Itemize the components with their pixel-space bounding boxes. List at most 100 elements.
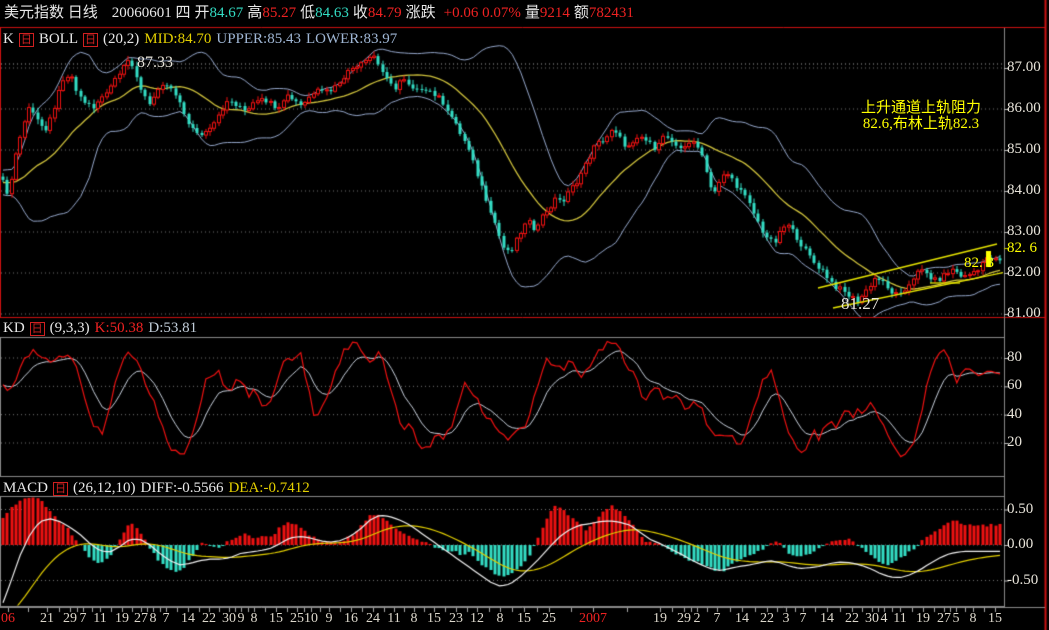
info-segment: +0.06 0.07%: [443, 5, 521, 21]
date-tick-label: 19: [916, 611, 930, 626]
date-tick-label: 22: [760, 611, 774, 626]
info-segment: 高: [247, 5, 263, 21]
date-tick-label: 8: [149, 611, 157, 626]
date-tick-label: 11: [387, 611, 401, 626]
date-tick-label: 16: [344, 611, 358, 626]
date-tick-label: 11: [893, 611, 907, 626]
date-tick-label: 5: [952, 611, 960, 626]
date-tick-label: 9: [325, 611, 333, 626]
low-price-annotation: 81.27: [841, 294, 880, 313]
k-label-segment: MID:84.70: [144, 31, 212, 47]
info-segment: 9214: [539, 5, 570, 21]
date-tick-label: 25: [542, 611, 556, 626]
macd-pane-indicator-label: MACD 日 (26,12,10) DIFF:-0.5566 DEA:-0.7412: [3, 479, 315, 498]
date-tick-label: 27: [134, 611, 148, 626]
date-tick-label: 12: [470, 611, 484, 626]
axis-tick-label: 0.00: [1007, 536, 1034, 552]
k-label-segment: UPPER:85.43: [216, 31, 301, 47]
date-tick-label: 25: [290, 611, 304, 626]
date-tick-label: 06: [1, 611, 15, 626]
date-tick-label: 2007: [579, 611, 607, 626]
axis-tick-label: 0.50: [1007, 500, 1034, 517]
date-tick-label: 24: [366, 611, 380, 626]
info-segment: 84.63: [315, 5, 349, 21]
date-tick-label: 8: [969, 611, 977, 626]
high-price-annotation: 87.33: [137, 54, 173, 71]
date-tick-label: 14: [735, 611, 749, 626]
date-tick-label: 27: [937, 611, 951, 626]
date-tick-label: 4: [880, 611, 888, 626]
macd-label-segment: DIFF:-0.5566: [140, 480, 224, 496]
date-tick-label: 19: [115, 611, 129, 626]
info-segment: 20060601 四: [111, 5, 191, 21]
date-tick-label: 9: [237, 611, 245, 626]
date-tick-label: 15: [988, 611, 1002, 626]
info-segment: 美元指数 日线: [4, 5, 98, 21]
date-tick-label: 2: [693, 611, 701, 626]
macd-label-segment: (26,12,10): [73, 480, 136, 496]
kd-label-segment: (9,3,3): [49, 320, 90, 336]
date-tick-label: 15: [517, 611, 531, 626]
axis-tick-label: 40: [1007, 405, 1022, 422]
axis-tick-label: 20: [1007, 434, 1022, 450]
date-tick-label: 22: [202, 611, 216, 626]
date-tick-label: 7: [713, 611, 721, 626]
date-tick-label: 11: [93, 611, 107, 626]
date-tick-label: 15: [427, 611, 441, 626]
info-segment: 额: [573, 5, 589, 21]
kd-label-segment: D:53.81: [148, 320, 198, 336]
chart-canvas[interactable]: [0, 0, 1049, 630]
info-segment: 85.27: [262, 5, 297, 21]
date-tick-label: 8: [250, 611, 258, 626]
date-tick-label: 29: [677, 611, 691, 626]
app-window: 美元指数 日线 20060601 四开84.67 高85.27 低84.63 收84.7…: [0, 0, 1049, 630]
date-tick-label: 14: [181, 611, 195, 626]
channel-annotation: 上升通道上轨阻力 82.6,布林上轨82.3: [840, 100, 1002, 132]
info-segment: 低: [300, 5, 316, 21]
info-segment: 开: [194, 5, 210, 21]
period-selector-daily[interactable]: 日: [83, 33, 99, 47]
kd-pane-indicator-label: KD 日 (9,3,3) K:50.38 D:53.81: [3, 319, 202, 338]
info-segment: 收: [352, 5, 368, 21]
axis-tick-label: 80: [1007, 349, 1022, 365]
date-tick-label: 10: [304, 611, 318, 626]
axis-tick-label: 60: [1007, 377, 1022, 394]
k-label-segment: LOWER:83.97: [305, 31, 398, 47]
date-tick-label: 8: [496, 611, 504, 626]
k-pane-indicator-label: K 日 BOLL 日 (20,2) MID:84.70 UPPER:85.43 LOWER:8…: [3, 30, 402, 49]
date-tick-label: 7: [79, 611, 87, 626]
date-tick-label: 15: [269, 611, 283, 626]
date-tick-label: 23: [449, 611, 463, 626]
period-selector-daily[interactable]: 日: [29, 322, 45, 336]
k-label-segment: K: [3, 31, 14, 47]
info-segment: 涨跌: [405, 5, 436, 21]
channel-annotation-line1: 上升通道上轨阻力: [860, 100, 981, 116]
boll-target-annotation: 82. 3: [964, 255, 994, 271]
kd-label-segment: K:50.38: [94, 320, 144, 336]
date-tick-label: 29: [63, 611, 77, 626]
period-selector-daily[interactable]: 日: [18, 33, 34, 47]
date-tick-label: 7: [162, 611, 170, 626]
k-label-segment: (20,2): [103, 31, 140, 47]
macd-label-segment: DEA:-0.7412: [228, 480, 310, 496]
date-tick-label: 30: [222, 611, 236, 626]
date-tick-label: 14: [820, 611, 834, 626]
upper-target-axis-label: 82. 6: [1007, 240, 1037, 256]
date-tick-label: 7: [799, 611, 807, 626]
info-bar: 美元指数 日线 20060601 四开84.67 高85.27 低84.63 收84.7…: [4, 4, 634, 22]
info-segment: 84.67: [209, 5, 244, 21]
macd-label-segment: MACD: [3, 480, 49, 496]
channel-annotation-line2: 82.6,布林上轨82.3: [862, 116, 980, 132]
period-selector-daily[interactable]: 日: [53, 482, 69, 496]
date-tick-label: 22: [845, 611, 859, 626]
date-tick-label: 3: [782, 611, 790, 626]
info-segment: 84.79: [367, 5, 402, 21]
info-segment: 量: [524, 5, 540, 21]
date-tick-label: 21: [40, 611, 54, 626]
info-segment: 782431: [588, 5, 634, 21]
kd-label-segment: KD: [3, 320, 25, 336]
date-tick-label: 30: [865, 611, 879, 626]
axis-tick-label: -0.50: [1007, 571, 1039, 588]
date-tick-label: 8: [410, 611, 418, 626]
date-tick-label: 19: [653, 611, 667, 626]
